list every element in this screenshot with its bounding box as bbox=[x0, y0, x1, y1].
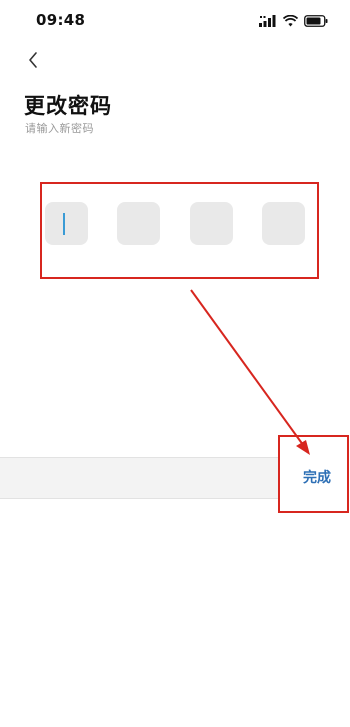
battery-icon bbox=[304, 12, 328, 31]
status-time: 09:48 bbox=[36, 11, 86, 29]
code-digit-3[interactable] bbox=[190, 202, 233, 245]
status-bar: 09:48 bbox=[0, 0, 350, 44]
code-digit-1[interactable] bbox=[45, 202, 88, 245]
chevron-left-icon bbox=[27, 51, 39, 73]
text-cursor bbox=[62, 212, 65, 235]
done-button[interactable]: 完成 bbox=[303, 467, 331, 487]
code-digit-2[interactable] bbox=[117, 202, 160, 245]
keyboard-accessory-bar bbox=[0, 457, 280, 499]
wifi-icon bbox=[282, 12, 299, 31]
back-button[interactable] bbox=[20, 50, 46, 74]
page-subtitle: 请输入新密码 bbox=[25, 122, 94, 135]
code-digit-4[interactable] bbox=[262, 202, 305, 245]
status-icons bbox=[259, 14, 328, 28]
page-title: 更改密码 bbox=[24, 94, 112, 118]
signal-icon bbox=[259, 12, 277, 31]
